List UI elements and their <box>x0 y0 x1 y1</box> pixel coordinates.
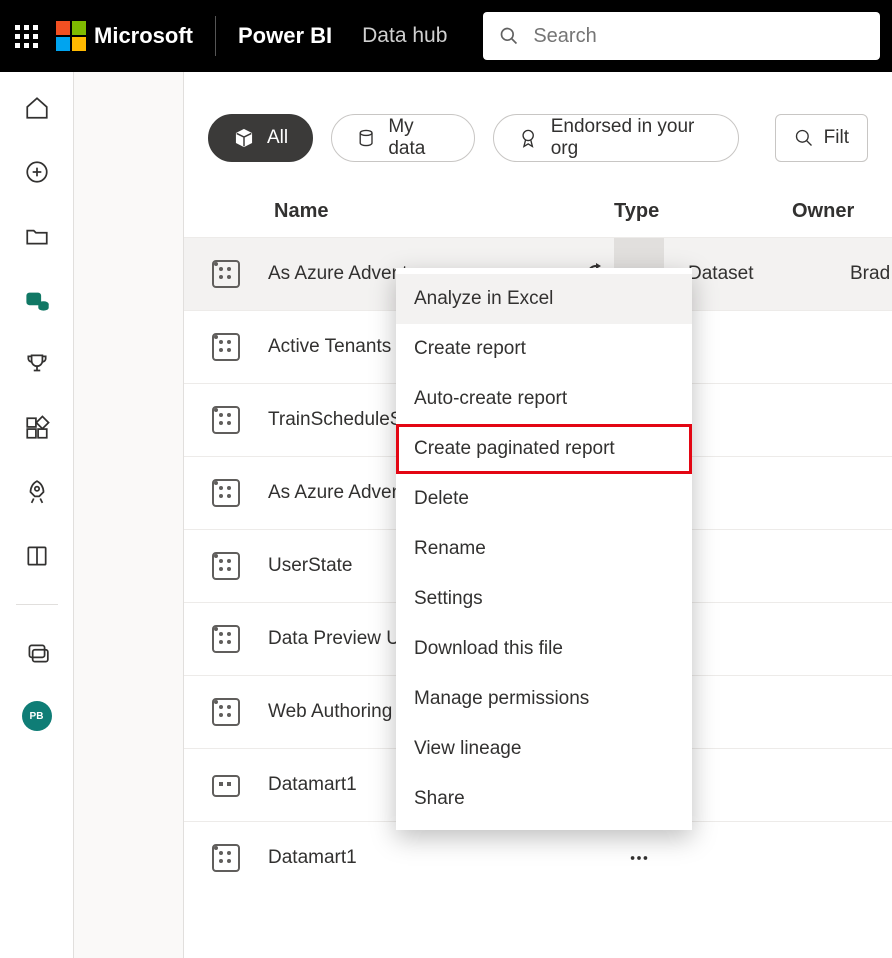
trophy-icon <box>24 351 50 377</box>
dataset-icon <box>212 698 240 726</box>
section-label[interactable]: Data hub <box>362 24 447 48</box>
dataset-icon <box>212 260 240 288</box>
data-hub-icon <box>24 287 50 313</box>
filter-keyword-label: Filt <box>824 127 849 149</box>
workspaces-icon <box>24 640 50 666</box>
row-type-icon-cell <box>184 333 268 361</box>
search-container <box>483 12 880 60</box>
row-name-label[interactable]: Datamart1 <box>268 847 608 869</box>
nav-deploy[interactable] <box>21 476 53 508</box>
app-launcher-button[interactable] <box>12 22 40 50</box>
row-name-cell: Datamart1 <box>268 847 614 869</box>
context-menu-item[interactable]: Share <box>396 774 692 824</box>
ellipsis-icon <box>628 847 650 869</box>
row-owner-label: Brad S <box>842 263 892 285</box>
filter-mydata-label: My data <box>388 116 450 160</box>
row-more-cell <box>614 822 664 895</box>
dataset-icon <box>212 552 240 580</box>
filter-endorsed-label: Endorsed in your org <box>551 116 714 160</box>
dataset-icon <box>212 406 240 434</box>
avatar-initials: PB <box>30 711 44 722</box>
app-name-label[interactable]: Power BI <box>238 23 332 49</box>
waffle-icon <box>15 25 38 48</box>
row-type-icon-cell <box>184 698 268 726</box>
datamart-icon <box>212 775 240 797</box>
nav-home[interactable] <box>21 92 53 124</box>
dataset-icon <box>212 625 240 653</box>
filter-all-label: All <box>267 127 288 149</box>
nav-create[interactable] <box>21 156 53 188</box>
row-type-icon-cell <box>184 844 268 872</box>
filter-row: All My data Endorsed in your org Filt <box>184 72 892 190</box>
filter-mydata[interactable]: My data <box>331 114 475 162</box>
row-type-icon-cell <box>184 479 268 507</box>
table-header: Name Type Owner <box>184 190 892 237</box>
cube-icon <box>233 127 255 149</box>
column-owner[interactable]: Owner <box>792 200 892 223</box>
context-menu-item[interactable]: Create report <box>396 324 692 374</box>
context-menu: Analyze in ExcelCreate reportAuto-create… <box>396 268 692 830</box>
context-menu-item[interactable]: Auto-create report <box>396 374 692 424</box>
filter-keyword-button[interactable]: Filt <box>775 114 868 162</box>
column-name[interactable]: Name <box>268 200 614 223</box>
column-type[interactable]: Type <box>614 200 792 223</box>
context-menu-item[interactable]: Delete <box>396 474 692 524</box>
table-row[interactable]: Datamart1 <box>184 821 892 894</box>
rocket-icon <box>24 479 50 505</box>
ribbon-icon <box>518 127 538 149</box>
more-options-button[interactable] <box>614 822 664 895</box>
nav-data-hub[interactable] <box>21 284 53 316</box>
context-menu-item[interactable]: Settings <box>396 574 692 624</box>
context-menu-item[interactable]: Create paginated report <box>396 424 692 474</box>
left-nav-rail: PB <box>0 72 74 958</box>
dataset-icon <box>212 333 240 361</box>
filter-endorsed[interactable]: Endorsed in your org <box>493 114 738 162</box>
context-menu-item[interactable]: View lineage <box>396 724 692 774</box>
row-type-icon-cell <box>184 625 268 653</box>
row-type-icon-cell <box>184 552 268 580</box>
row-type-icon-cell <box>184 260 268 288</box>
row-type-icon-cell <box>184 773 268 797</box>
search-icon <box>794 128 814 148</box>
apps-icon <box>24 415 50 441</box>
dataset-icon <box>212 479 240 507</box>
microsoft-logo: Microsoft <box>56 21 193 51</box>
book-icon <box>24 543 50 569</box>
nav-workspaces[interactable] <box>21 637 53 669</box>
top-app-bar: Microsoft Power BI Data hub <box>0 0 892 72</box>
dataset-icon <box>212 844 240 872</box>
search-icon <box>499 25 519 47</box>
context-menu-item[interactable]: Download this file <box>396 624 692 674</box>
user-avatar[interactable]: PB <box>22 701 52 731</box>
home-icon <box>24 95 50 121</box>
search-box[interactable] <box>483 12 880 60</box>
nav-apps[interactable] <box>21 412 53 444</box>
row-type-icon-cell <box>184 406 268 434</box>
folder-icon <box>24 223 50 249</box>
context-menu-item[interactable]: Analyze in Excel <box>396 274 692 324</box>
filter-all[interactable]: All <box>208 114 313 162</box>
plus-circle-icon <box>24 159 50 185</box>
nav-browse[interactable] <box>21 220 53 252</box>
nav-metrics[interactable] <box>21 348 53 380</box>
secondary-panel <box>74 72 184 958</box>
database-icon <box>356 127 376 149</box>
nav-learn[interactable] <box>21 540 53 572</box>
divider <box>215 16 216 56</box>
context-menu-item[interactable]: Manage permissions <box>396 674 692 724</box>
microsoft-logo-icon <box>56 21 86 51</box>
rail-separator <box>16 604 58 605</box>
context-menu-item[interactable]: Rename <box>396 524 692 574</box>
search-input[interactable] <box>533 25 864 48</box>
brand-label: Microsoft <box>94 23 193 49</box>
